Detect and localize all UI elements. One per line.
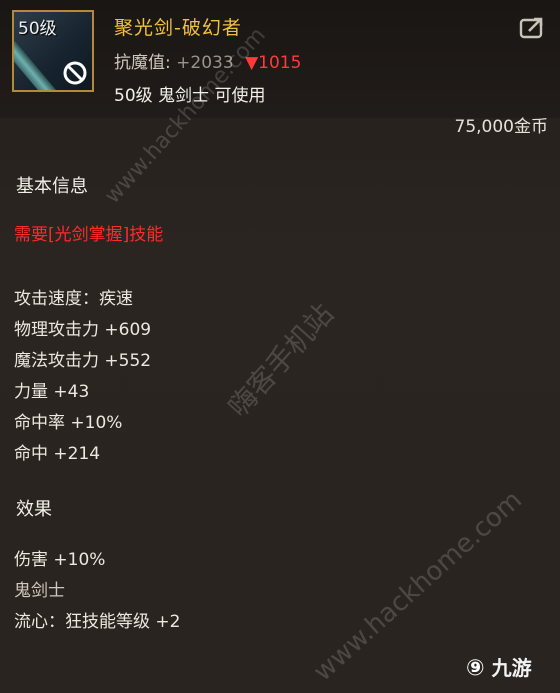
basic-info-title: 基本信息 <box>16 176 88 197</box>
physical-attack-stat: 物理攻击力 +609 <box>14 320 152 340</box>
item-price: 75,000金币 <box>454 117 548 137</box>
logo-text: 九游 <box>491 656 532 680</box>
jiuyou-logo: ⑨ 九游 <box>466 652 532 681</box>
item-name: 聚光剑-破幻者 <box>114 17 242 39</box>
effect-title: 效果 <box>16 499 52 520</box>
icon-level-label: 50级 <box>18 19 57 39</box>
skill-level-effect: 流心：狂技能等级 +2 <box>14 612 181 632</box>
hit-rate-stat: 命中率 +10% <box>14 413 123 433</box>
strength-stat: 力量 +43 <box>14 382 90 402</box>
stat-label: 抗魔值: <box>114 53 171 73</box>
share-icon[interactable] <box>519 16 545 40</box>
tooltip-header: 50级 聚光剑-破幻者 抗魔值: +2033 ▼1015 50级 鬼剑士 可使用 <box>0 0 560 118</box>
item-tooltip-panel: 50级 聚光剑-破幻者 抗魔值: +2033 ▼1015 50级 鬼剑士 可使用… <box>0 0 560 693</box>
class-effect: 鬼剑士 <box>14 581 65 601</box>
magic-resist-stat: 抗魔值: +2033 ▼1015 <box>114 48 301 73</box>
item-icon[interactable]: 50级 <box>12 10 94 92</box>
magic-attack-stat: 魔法攻击力 +552 <box>14 351 152 371</box>
lightsaber-icon <box>14 39 59 90</box>
skill-requirement: 需要[光剑掌握]技能 <box>14 225 164 245</box>
prohibited-icon <box>63 61 87 85</box>
attack-speed-stat: 攻击速度：疾速 <box>14 289 133 309</box>
site-watermark: 嗨客手机站 <box>221 297 340 424</box>
logo-mark-icon: ⑨ <box>466 656 485 681</box>
hit-stat: 命中 +214 <box>14 444 101 464</box>
damage-effect: 伤害 +10% <box>14 550 106 570</box>
